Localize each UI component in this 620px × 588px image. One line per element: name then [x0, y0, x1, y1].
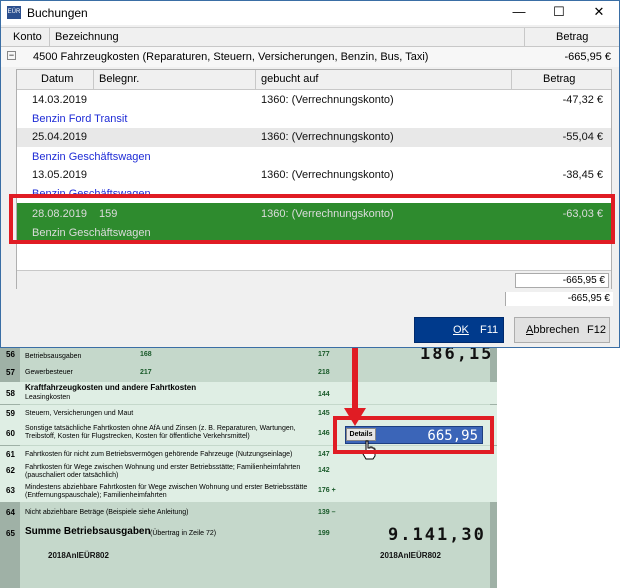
ok-label: OK — [453, 324, 469, 336]
row-number: 58 — [6, 389, 15, 398]
form-row-63: 63 Mindestens abziehbare Fahrtkosten für… — [0, 482, 497, 502]
row-text: Betriebsausgaben — [25, 353, 82, 360]
row-code: 176 + — [318, 487, 336, 494]
row-number: 65 — [6, 529, 15, 538]
row-subtext: Leasingkosten — [25, 394, 71, 401]
row-number: 60 — [6, 429, 15, 438]
booking-text: Benzin Ford Transit — [32, 113, 128, 125]
row-text: Mindestens abziehbare Fahrtkosten für We… — [25, 484, 308, 499]
section-title: Kraftfahrzeugkosten und andere Fahrtkost… — [25, 383, 197, 392]
row-code: 142 — [318, 467, 330, 474]
maximize-button[interactable]: ☐ — [539, 1, 579, 25]
row-number: 57 — [6, 368, 15, 377]
row-text: Steuern, Versicherungen und Maut — [25, 410, 134, 417]
table-row[interactable]: 25.04.2019 1360: (Verrechnungskonto) -55… — [17, 128, 611, 147]
cell-datum: 25.04.2019 — [32, 131, 88, 143]
row-text: Fahrtkosten für Wege zwischen Wohnung un… — [25, 464, 301, 479]
bookings-total-row: -665,95 € — [17, 270, 611, 289]
form-row-58: 58 Kraftfahrzeugkosten und andere Fahrtk… — [0, 382, 497, 404]
row-code-left: 168 — [140, 351, 152, 358]
col-betrag[interactable]: Betrag — [543, 73, 575, 85]
bookings-header: Datum Belegnr. gebucht auf Betrag — [17, 70, 611, 90]
row-code: 177 — [318, 351, 330, 358]
row-code: 144 — [318, 391, 330, 398]
row-number: 56 — [6, 350, 15, 359]
row-number: 59 — [6, 409, 15, 418]
cell-gebucht-auf: 1360: (Verrechnungskonto) — [261, 94, 394, 106]
cancel-button[interactable]: Abbrechen F12 — [514, 317, 610, 343]
row-number: 61 — [6, 450, 15, 459]
account-label: 4500 Fahrzeugkosten (Reparaturen, Steuer… — [33, 51, 429, 63]
form-footer-right: 2018AnlEÜR802 — [380, 551, 441, 560]
row-code: 199 — [318, 530, 330, 537]
bookings-table: Datum Belegnr. gebucht auf Betrag 14.03.… — [16, 69, 612, 289]
table-row[interactable]: 14.03.2019 1360: (Verrechnungskonto) -47… — [17, 91, 611, 110]
minimize-button[interactable]: — — [499, 1, 539, 25]
title-bar: EÜR Buchungen — ☐ ✕ — [1, 1, 619, 25]
bookings-total: -665,95 € — [515, 273, 609, 288]
cell-datum: 14.03.2019 — [32, 94, 88, 106]
form-row-64: 64 Nicht abziehbare Beträge (Beispiele s… — [0, 504, 497, 522]
row-text: Gewerbesteuer — [25, 369, 73, 376]
col-gebucht-auf[interactable]: gebucht auf — [261, 73, 319, 85]
cell-gebucht-auf: 1360: (Verrechnungskonto) — [261, 131, 394, 143]
booking-text: Benzin Geschäftswagen — [32, 151, 151, 163]
app-icon: EÜR — [7, 6, 21, 19]
row-number: 63 — [6, 486, 15, 495]
col-konto[interactable]: Konto — [13, 31, 42, 43]
row-code: 146 — [318, 430, 330, 437]
col-betrag[interactable]: Betrag — [556, 31, 588, 43]
row-number: 64 — [6, 508, 15, 517]
cell-betrag: -47,32 € — [562, 94, 603, 106]
form-row-62: 62 Fahrtkosten für Wege zwischen Wohnung… — [0, 462, 497, 482]
ok-shortcut: F11 — [480, 324, 499, 336]
account-group-row[interactable]: − 4500 Fahrzeugkosten (Reparaturen, Steu… — [1, 47, 619, 67]
close-button[interactable]: ✕ — [579, 1, 619, 25]
cell-betrag: -38,45 € — [562, 169, 603, 181]
cancel-label: Abbrechen — [526, 324, 579, 336]
col-belegnr[interactable]: Belegnr. — [99, 73, 139, 85]
row-text: Fahrtkosten für nicht zum Betriebsvermög… — [25, 451, 293, 458]
col-bezeichnung[interactable]: Bezeichnung — [55, 31, 119, 43]
buchungen-dialog: EÜR Buchungen — ☐ ✕ Konto Bezeichnung Be… — [0, 0, 620, 348]
accounts-total: -665,95 € — [505, 292, 613, 306]
cancel-rest: bbrechen — [533, 324, 580, 336]
highlight-selected-frame — [9, 194, 615, 244]
cell-betrag: -55,04 € — [562, 131, 603, 143]
row-text: Nicht abziehbare Beträge (Beispiele sieh… — [25, 509, 189, 516]
row-text: Sonstige tatsächliche Fahrtkosten ohne A… — [25, 425, 296, 440]
row-number: 62 — [6, 466, 15, 475]
table-row[interactable]: 13.05.2019 1360: (Verrechnungskonto) -38… — [17, 166, 611, 185]
row-code-left: 217 — [140, 369, 152, 376]
background-area — [497, 340, 620, 588]
row-code: 218 — [318, 369, 330, 376]
cancel-shortcut: F12 — [587, 324, 606, 336]
window-title: Buchungen — [27, 6, 88, 20]
row-code: 147 — [318, 451, 330, 458]
cell-gebucht-auf: 1360: (Verrechnungskonto) — [261, 169, 394, 181]
form-footer-left: 2018AnlEÜR802 — [48, 551, 109, 560]
ok-button[interactable]: OK F11 — [414, 317, 504, 343]
row-code: 139 – — [318, 509, 336, 516]
accounts-header: Konto Bezeichnung Betrag — [1, 27, 619, 47]
cell-datum: 13.05.2019 — [32, 169, 88, 181]
row-code: 145 — [318, 410, 330, 417]
accounts-total-row: -665,95 € — [1, 291, 619, 307]
col-datum[interactable]: Datum — [41, 73, 73, 85]
form-sum-value: 9.141,30 — [388, 525, 486, 545]
collapse-toggle[interactable]: − — [7, 51, 16, 60]
account-amount: -665,95 € — [564, 51, 611, 63]
form-row-57: 57 Gewerbesteuer 217 218 — [0, 364, 497, 382]
